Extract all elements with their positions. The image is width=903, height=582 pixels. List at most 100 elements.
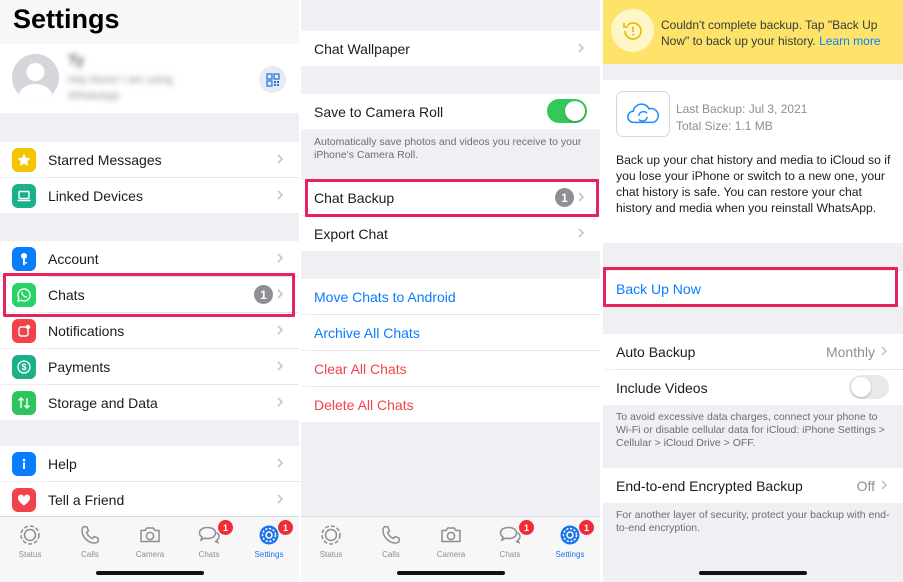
e2e-encrypted-backup-label: End-to-end Encrypted Backup [616,477,803,494]
payments-label: Payments [48,358,111,375]
save-to-camera-roll-note: Automatically save photos and videos you… [314,136,582,161]
backup-warning-icon [611,9,654,52]
move-chats-to-android-label: Move Chats to Android [314,288,456,305]
tab-label: Camera [436,550,466,559]
save-to-camera-roll-toggle[interactable] [547,99,587,123]
backup-error-banner[interactable]: Couldn't complete backup. Tap "Back Up N… [603,0,903,64]
tab-camera[interactable]: Camera [423,522,479,562]
tab-settings[interactable]: Settings 1 [241,520,297,562]
tab-label: Settings [555,550,585,559]
toggle-knob [565,101,585,121]
storage-arrows-icon [12,390,36,415]
clear-all-chats-label: Clear All Chats [314,360,407,377]
qr-code-icon [265,72,280,87]
qr-code-button[interactable] [259,66,286,93]
chevron-right-icon [574,226,588,240]
notification-icon [12,318,36,343]
chevron-right-icon [273,359,287,373]
last-backup-text: Last Backup: Jul 3, 2021 [676,102,808,116]
chevron-right-icon [877,344,891,358]
tab-bar: Status Calls Camera Chats 1 Settings 1 [0,516,299,582]
tab-calls[interactable]: Calls [363,522,419,562]
chevron-right-icon [877,478,891,492]
chevron-right-icon [273,152,287,166]
tab-chats[interactable]: Chats 1 [482,520,538,562]
account-label: Account [48,250,99,267]
chevron-right-icon [273,395,287,409]
toggle-knob [851,377,871,397]
chat-wallpaper-label: Chat Wallpaper [314,40,410,57]
tab-status[interactable]: Status [2,522,58,562]
delete-all-chats-label: Delete All Chats [314,396,414,413]
auto-backup-label: Auto Backup [616,343,696,360]
data-charges-note: To avoid excessive data charges, connect… [616,411,885,449]
chat-wallpaper-row[interactable]: Chat Wallpaper [301,31,600,66]
learn-more-link[interactable]: Learn more [819,34,880,48]
starred-messages-row[interactable]: Starred Messages [0,142,299,177]
linked-devices-label: Linked Devices [48,187,143,204]
include-videos-row: Include Videos [603,370,903,405]
tab-settings[interactable]: Settings 1 [542,520,598,562]
settings-tab-badge: 1 [278,520,293,535]
export-chat-row[interactable]: Export Chat [301,216,600,251]
tab-calls[interactable]: Calls [62,522,118,562]
tab-status[interactable]: Status [303,522,359,562]
tab-camera[interactable]: Camera [122,522,178,562]
heart-icon [12,487,36,512]
settings-tab-badge: 1 [579,520,594,535]
chats-row[interactable]: Chats 1 [0,277,299,312]
chevron-right-icon [273,323,287,337]
e2e-note: For another layer of security, protect y… [616,509,890,534]
chat-backup-badge: 1 [555,188,574,207]
backup-info-section: Last Backup: Jul 3, 2021 Total Size: 1.1… [603,80,903,243]
include-videos-toggle[interactable] [849,375,889,399]
linked-devices-row[interactable]: Linked Devices [0,178,299,213]
clear-all-chats-row[interactable]: Clear All Chats [301,351,600,386]
icloud-backup-icon [616,91,670,137]
save-to-camera-roll-row: Save to Camera Roll [301,94,600,129]
move-chats-to-android-row[interactable]: Move Chats to Android [301,279,600,314]
whatsapp-icon [12,282,36,307]
info-icon [12,451,36,476]
chats-tab-badge: 1 [218,520,233,535]
tell-a-friend-label: Tell a Friend [48,491,125,508]
starred-messages-label: Starred Messages [48,151,162,168]
profile-name: Ty [68,52,84,69]
profile-status: Hey there! I am using WhatsApp. [68,74,173,102]
help-row[interactable]: Help [0,446,299,481]
home-indicator [95,571,204,575]
chevron-right-icon [273,456,287,470]
tab-label: Calls [81,550,99,559]
chevron-right-icon [574,41,588,55]
profile-row[interactable]: Ty Hey there! I am using WhatsApp. [0,44,299,113]
notifications-row[interactable]: Notifications [0,313,299,348]
status-icon [321,525,341,545]
tab-label: Camera [135,550,165,559]
chat-backup-row[interactable]: Chat Backup 1 [301,180,600,215]
auto-backup-row[interactable]: Auto Backup Monthly [603,334,903,369]
e2e-encrypted-backup-value: Off [856,478,875,494]
payments-row[interactable]: $ Payments [0,349,299,384]
svg-text:$: $ [21,362,26,372]
delete-all-chats-row[interactable]: Delete All Chats [301,387,600,422]
notifications-label: Notifications [48,322,125,339]
tell-a-friend-row[interactable]: Tell a Friend [0,482,299,517]
auto-backup-value: Monthly [825,344,875,360]
storage-and-data-label: Storage and Data [48,394,158,411]
tab-chats[interactable]: Chats 1 [181,520,237,562]
export-chat-label: Export Chat [314,225,388,242]
help-label: Help [48,455,77,472]
laptop-icon [12,183,36,208]
back-up-now-button[interactable]: Back Up Now [616,281,701,297]
phone-icon [382,525,401,544]
storage-and-data-row[interactable]: Storage and Data [0,385,299,420]
tab-label: Status [319,550,343,559]
back-up-now-row[interactable]: Back Up Now [603,271,903,306]
account-row[interactable]: Account [0,241,299,276]
star-icon [12,147,36,172]
tab-label: Settings [254,550,284,559]
archive-all-chats-row[interactable]: Archive All Chats [301,315,600,350]
e2e-encrypted-backup-row[interactable]: End-to-end Encrypted Backup Off [603,468,903,503]
home-indicator [699,571,807,575]
camera-icon [140,527,160,543]
